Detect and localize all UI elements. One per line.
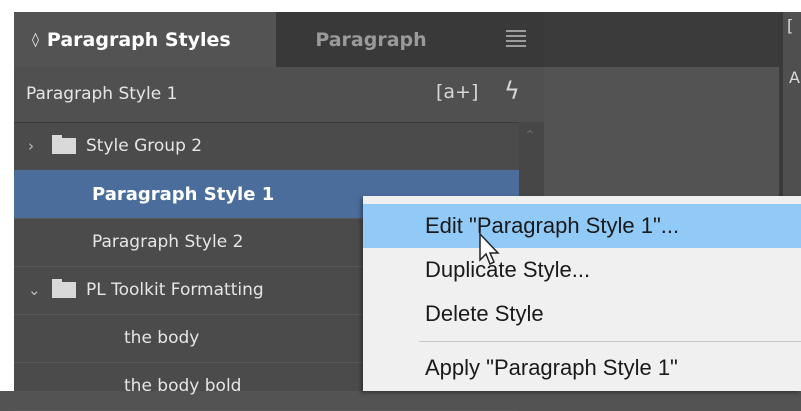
panel-menu-icon[interactable] xyxy=(506,30,526,48)
menu-item-label: Delete Style xyxy=(425,301,544,326)
menu-item-label: Apply "Paragraph Style 1" xyxy=(425,355,678,380)
tab-paragraph-styles[interactable]: ◊ Paragraph Styles xyxy=(14,12,276,67)
tab-paragraph-styles-label: Paragraph Styles xyxy=(46,28,231,51)
folder-icon xyxy=(52,279,76,298)
window-left-edge xyxy=(0,0,14,391)
list-item-label: Paragraph Style 1 xyxy=(92,183,275,205)
adjacent-panel-tab-bar xyxy=(544,12,779,67)
window-top-edge xyxy=(0,0,801,12)
chevron-down-icon[interactable]: ⌄ xyxy=(28,281,42,299)
list-item-label: PL Toolkit Formatting xyxy=(86,280,264,300)
current-style-name: Paragraph Style 1 xyxy=(26,84,178,104)
menu-item-edit-style[interactable]: Edit "Paragraph Style 1"... xyxy=(363,204,801,248)
lightning-icon[interactable]: ϟ xyxy=(504,77,520,105)
menu-item-delete-style[interactable]: Delete Style xyxy=(363,292,801,336)
tab-paragraph[interactable]: Paragraph xyxy=(276,12,466,67)
menu-item-label: Edit "Paragraph Style 1"... xyxy=(425,213,680,238)
menu-item-apply-style[interactable]: Apply "Paragraph Style 1" xyxy=(363,346,801,390)
menu-separator xyxy=(419,341,801,342)
menu-item-label: Duplicate Style... xyxy=(425,257,591,282)
context-menu: Edit "Paragraph Style 1"... Duplicate St… xyxy=(363,196,801,391)
list-item-label: the body xyxy=(124,328,200,348)
scroll-up-icon[interactable]: ⌃ xyxy=(524,128,536,144)
current-style-bar: Paragraph Style 1 [a+] ϟ xyxy=(14,67,544,123)
mouse-cursor-icon xyxy=(479,232,500,266)
list-item-style-group-2[interactable]: › Style Group 2 xyxy=(14,122,519,171)
list-item-label: Paragraph Style 2 xyxy=(92,232,244,252)
partial-label: [ xyxy=(787,16,794,35)
folder-icon xyxy=(52,135,76,154)
panel-tab-bar: ◊ Paragraph Styles Paragraph xyxy=(14,12,544,67)
partial-label: A xyxy=(789,68,800,87)
menu-item-duplicate-style[interactable]: Duplicate Style... xyxy=(363,248,801,292)
list-item-label: Style Group 2 xyxy=(86,136,203,156)
list-item-label: the body bold xyxy=(124,376,242,396)
chevron-right-icon[interactable]: › xyxy=(28,137,42,155)
new-style-group-button[interactable]: [a+] xyxy=(436,81,478,103)
collapse-arrows-icon[interactable]: ◊ xyxy=(32,32,39,48)
